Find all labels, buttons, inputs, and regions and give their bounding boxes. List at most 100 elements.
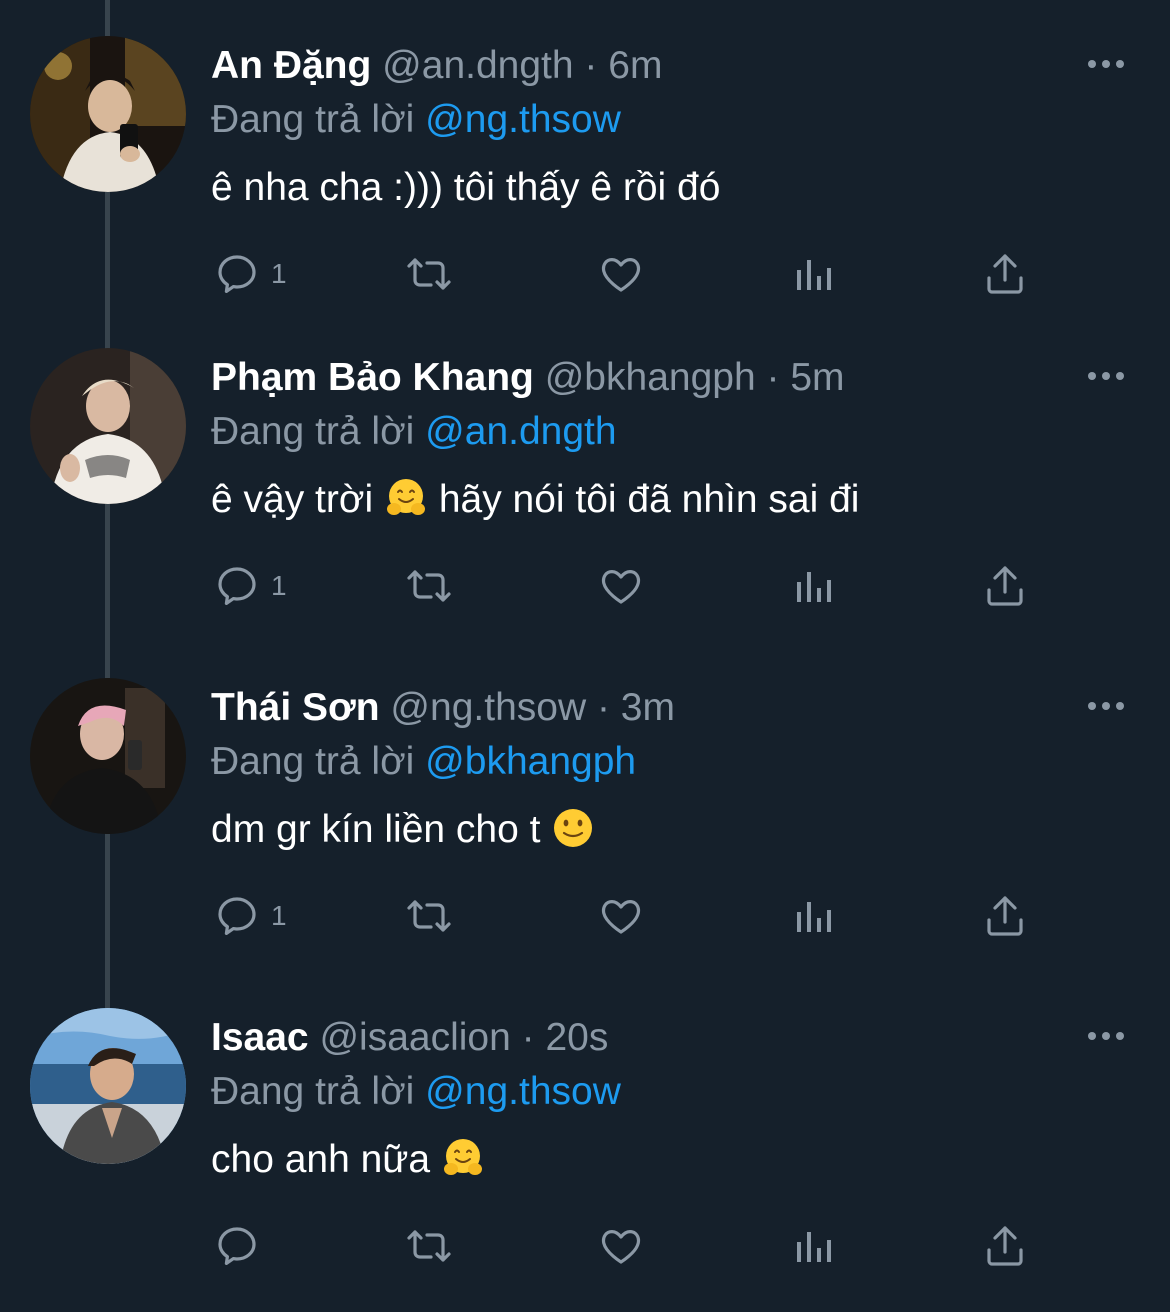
retweet-button[interactable] (401, 890, 457, 942)
user-handle[interactable]: @ng.thsow (390, 686, 586, 729)
slightly-smiling-face-emoji (554, 809, 593, 847)
views-button[interactable] (791, 560, 835, 612)
views-button[interactable] (791, 248, 835, 300)
mention-link[interactable]: @bkhangph (425, 740, 636, 783)
tweet-text-before: ê vậy trời (211, 478, 374, 521)
reply-button[interactable]: 1 (213, 560, 287, 612)
tweet-text-content: ê nha cha :))) tôi thấy ê rồi đó (211, 166, 721, 209)
tweet-header: Thái Sơn @ng.thsow · 3m (211, 680, 675, 736)
tweet[interactable]: Isaac @isaaclion · 20s Đang trả lời @ng.… (0, 972, 1170, 1302)
retweet-icon (407, 900, 451, 932)
share-icon (987, 566, 1023, 606)
hugging-face-emoji (443, 1139, 482, 1175)
separator-dot: · (584, 44, 598, 87)
separator-dot: · (766, 356, 780, 399)
replying-prefix: Đang trả lời (211, 98, 415, 141)
share-icon (987, 254, 1023, 294)
avatar[interactable] (30, 1008, 186, 1164)
views-icon (797, 902, 831, 932)
like-button[interactable] (597, 890, 645, 942)
reply-count: 1 (271, 258, 287, 289)
user-handle[interactable]: @bkhangph (545, 356, 756, 399)
share-button[interactable] (981, 248, 1029, 300)
tweet[interactable]: Phạm Bảo Khang @bkhangph · 5m Đang trả l… (0, 312, 1170, 642)
share-icon (987, 896, 1023, 936)
retweet-button[interactable] (401, 1220, 457, 1272)
separator-dot: · (596, 686, 610, 729)
tweet-text: ê nha cha :))) tôi thấy ê rồi đó (211, 158, 720, 218)
retweet-button[interactable] (401, 560, 457, 612)
display-name[interactable]: An Đặng (211, 44, 371, 87)
reply-icon (218, 1227, 256, 1265)
replying-prefix: Đang trả lời (211, 740, 415, 783)
replying-to: Đang trả lời @ng.thsow (211, 92, 621, 148)
replying-prefix: Đang trả lời (211, 410, 415, 453)
reply-button[interactable]: 1 (213, 890, 287, 942)
views-icon (797, 260, 831, 290)
user-handle[interactable]: @an.dngth (382, 44, 573, 87)
action-bar: 1 (213, 890, 1043, 942)
timestamp[interactable]: 20s (545, 1016, 608, 1059)
avatar[interactable] (30, 348, 186, 504)
hugging-face-emoji (386, 479, 425, 515)
replying-prefix: Đang trả lời (211, 1070, 415, 1113)
more-icon[interactable] (1086, 368, 1126, 384)
reply-icon (218, 897, 256, 935)
tweet-header: Phạm Bảo Khang @bkhangph · 5m (211, 350, 845, 406)
mention-link[interactable]: @ng.thsow (425, 1070, 621, 1113)
more-icon[interactable] (1086, 56, 1126, 72)
tweet-text: cho anh nữa (211, 1130, 485, 1190)
like-icon (601, 258, 641, 292)
reply-button[interactable]: 1 (213, 248, 287, 300)
action-bar (213, 1220, 1043, 1272)
action-bar: 1 (213, 560, 1043, 612)
display-name[interactable]: Thái Sơn (211, 686, 380, 729)
tweet-text-after: hãy nói tôi đã nhìn sai đi (438, 478, 860, 521)
like-button[interactable] (597, 560, 645, 612)
avatar-photo (30, 348, 186, 504)
tweet-header: An Đặng @an.dngth · 6m (211, 38, 662, 94)
replying-to: Đang trả lời @ng.thsow (211, 1064, 621, 1120)
more-icon[interactable] (1086, 698, 1126, 714)
reply-icon (218, 255, 256, 293)
tweet[interactable]: An Đặng @an.dngth · 6m Đang trả lời @ng.… (0, 0, 1170, 330)
tweet-header: Isaac @isaaclion · 20s (211, 1010, 608, 1066)
retweet-icon (407, 258, 451, 290)
like-button[interactable] (597, 1220, 645, 1272)
timestamp[interactable]: 3m (621, 686, 675, 729)
views-icon (797, 1232, 831, 1262)
separator-dot: · (521, 1016, 535, 1059)
avatar-photo (30, 36, 186, 192)
avatar[interactable] (30, 36, 186, 192)
tweet[interactable]: Thái Sơn @ng.thsow · 3m Đang trả lời @bk… (0, 642, 1170, 972)
like-icon (601, 1230, 641, 1264)
display-name[interactable]: Phạm Bảo Khang (211, 356, 534, 399)
avatar-photo (30, 678, 186, 834)
retweet-icon (407, 570, 451, 602)
retweet-icon (407, 1230, 451, 1262)
avatar-photo (30, 1008, 186, 1164)
action-bar: 1 (213, 248, 1043, 300)
like-icon (601, 570, 641, 604)
tweet-text-before: dm gr kín liền cho t (211, 808, 541, 851)
timestamp[interactable]: 5m (790, 356, 844, 399)
retweet-button[interactable] (401, 248, 457, 300)
share-button[interactable] (981, 560, 1029, 612)
timestamp[interactable]: 6m (608, 44, 662, 87)
replying-to: Đang trả lời @an.dngth (211, 404, 617, 460)
avatar[interactable] (30, 678, 186, 834)
views-button[interactable] (791, 890, 835, 942)
mention-link[interactable]: @ng.thsow (425, 98, 621, 141)
views-button[interactable] (791, 1220, 835, 1272)
like-button[interactable] (597, 248, 645, 300)
mention-link[interactable]: @an.dngth (425, 410, 616, 453)
share-button[interactable] (981, 890, 1029, 942)
more-icon[interactable] (1086, 1028, 1126, 1044)
reply-button[interactable] (213, 1220, 271, 1272)
share-button[interactable] (981, 1220, 1029, 1272)
views-icon (797, 572, 831, 602)
user-handle[interactable]: @isaaclion (319, 1016, 510, 1059)
display-name[interactable]: Isaac (211, 1016, 309, 1059)
reply-count: 1 (271, 900, 287, 931)
reply-count: 1 (271, 570, 287, 601)
